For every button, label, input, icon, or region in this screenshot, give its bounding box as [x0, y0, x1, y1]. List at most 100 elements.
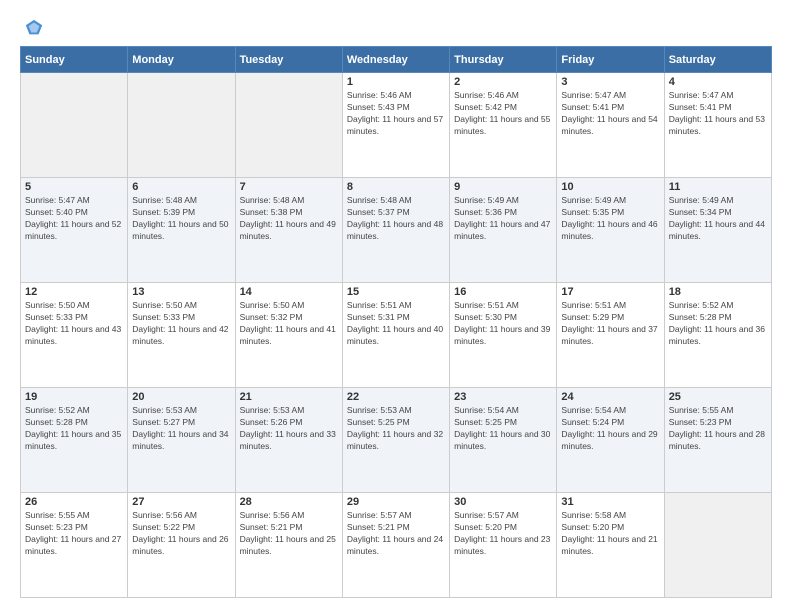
calendar-cell: 28 Sunrise: 5:56 AMSunset: 5:21 PMDayligh…	[235, 493, 342, 598]
calendar-cell: 26 Sunrise: 5:55 AMSunset: 5:23 PMDayligh…	[21, 493, 128, 598]
day-info: Sunrise: 5:52 AMSunset: 5:28 PMDaylight:…	[669, 300, 767, 348]
day-info: Sunrise: 5:56 AMSunset: 5:21 PMDaylight:…	[240, 510, 338, 558]
day-number: 11	[669, 181, 767, 193]
day-info: Sunrise: 5:47 AMSunset: 5:41 PMDaylight:…	[669, 90, 767, 138]
weekday-header-saturday: Saturday	[664, 47, 771, 73]
day-info: Sunrise: 5:51 AMSunset: 5:29 PMDaylight:…	[561, 300, 659, 348]
calendar-cell: 3 Sunrise: 5:47 AMSunset: 5:41 PMDaylight…	[557, 73, 664, 178]
day-number: 26	[25, 496, 123, 508]
day-number: 8	[347, 181, 445, 193]
calendar-cell: 23Sunrise: 5:54 AMSunset: 5:25 PMDayligh…	[450, 388, 557, 493]
day-info: Sunrise: 5:52 AMSunset: 5:28 PMDaylight:…	[25, 405, 123, 453]
day-info: Sunrise: 5:55 AMSunset: 5:23 PMDaylight:…	[25, 510, 123, 558]
day-number: 24	[561, 391, 659, 403]
calendar-cell: 18 Sunrise: 5:52 AMSunset: 5:28 PMDayligh…	[664, 283, 771, 388]
day-number: 22	[347, 391, 445, 403]
day-info: Sunrise: 5:55 AMSunset: 5:23 PMDaylight:…	[669, 405, 767, 453]
day-info: Sunrise: 5:58 AMSunset: 5:20 PMDaylight:…	[561, 510, 659, 558]
day-info: Sunrise: 5:49 AMSunset: 5:35 PMDaylight:…	[561, 195, 659, 243]
calendar-week-1: 1 Sunrise: 5:46 AMSunset: 5:43 PMDaylight…	[21, 73, 772, 178]
day-number: 18	[669, 286, 767, 298]
day-info: Sunrise: 5:46 AMSunset: 5:42 PMDaylight:…	[454, 90, 552, 138]
calendar-cell: 25 Sunrise: 5:55 AMSunset: 5:23 PMDayligh…	[664, 388, 771, 493]
day-info: Sunrise: 5:57 AMSunset: 5:20 PMDaylight:…	[454, 510, 552, 558]
calendar-cell: 29 Sunrise: 5:57 AMSunset: 5:21 PMDayligh…	[342, 493, 449, 598]
weekday-header-friday: Friday	[557, 47, 664, 73]
day-number: 31	[561, 496, 659, 508]
day-number: 12	[25, 286, 123, 298]
calendar-week-5: 26 Sunrise: 5:55 AMSunset: 5:23 PMDayligh…	[21, 493, 772, 598]
calendar-cell	[21, 73, 128, 178]
calendar-cell: 22 Sunrise: 5:53 AMSunset: 5:25 PMDayligh…	[342, 388, 449, 493]
calendar-week-3: 12 Sunrise: 5:50 AMSunset: 5:33 PMDayligh…	[21, 283, 772, 388]
day-number: 16	[454, 286, 552, 298]
day-info: Sunrise: 5:47 AMSunset: 5:41 PMDaylight:…	[561, 90, 659, 138]
day-number: 5	[25, 181, 123, 193]
day-info: Sunrise: 5:47 AMSunset: 5:40 PMDaylight:…	[25, 195, 123, 243]
day-number: 7	[240, 181, 338, 193]
day-number: 29	[347, 496, 445, 508]
day-info: Sunrise: 5:54 AMSunset: 5:25 PMDaylight:…	[454, 405, 552, 453]
day-number: 3	[561, 76, 659, 88]
day-number: 9	[454, 181, 552, 193]
calendar-cell: 24 Sunrise: 5:54 AMSunset: 5:24 PMDayligh…	[557, 388, 664, 493]
calendar-cell	[128, 73, 235, 178]
calendar-cell: 4 Sunrise: 5:47 AMSunset: 5:41 PMDaylight…	[664, 73, 771, 178]
calendar-cell: 1 Sunrise: 5:46 AMSunset: 5:43 PMDaylight…	[342, 73, 449, 178]
day-info: Sunrise: 5:46 AMSunset: 5:43 PMDaylight:…	[347, 90, 445, 138]
day-info: Sunrise: 5:57 AMSunset: 5:21 PMDaylight:…	[347, 510, 445, 558]
day-number: 4	[669, 76, 767, 88]
weekday-header-thursday: Thursday	[450, 47, 557, 73]
day-number: 15	[347, 286, 445, 298]
day-number: 21	[240, 391, 338, 403]
day-number: 2	[454, 76, 552, 88]
day-info: Sunrise: 5:48 AMSunset: 5:38 PMDaylight:…	[240, 195, 338, 243]
header	[20, 18, 772, 36]
day-info: Sunrise: 5:50 AMSunset: 5:32 PMDaylight:…	[240, 300, 338, 348]
calendar-cell: 11 Sunrise: 5:49 AMSunset: 5:34 PMDayligh…	[664, 178, 771, 283]
calendar-cell: 2 Sunrise: 5:46 AMSunset: 5:42 PMDaylight…	[450, 73, 557, 178]
calendar-cell: 17Sunrise: 5:51 AMSunset: 5:29 PMDayligh…	[557, 283, 664, 388]
day-number: 13	[132, 286, 230, 298]
logo-flag-icon	[24, 18, 44, 38]
weekday-header-wednesday: Wednesday	[342, 47, 449, 73]
weekday-header-tuesday: Tuesday	[235, 47, 342, 73]
day-info: Sunrise: 5:51 AMSunset: 5:30 PMDaylight:…	[454, 300, 552, 348]
calendar-cell: 14 Sunrise: 5:50 AMSunset: 5:32 PMDayligh…	[235, 283, 342, 388]
day-number: 28	[240, 496, 338, 508]
calendar-cell: 20Sunrise: 5:53 AMSunset: 5:27 PMDayligh…	[128, 388, 235, 493]
day-info: Sunrise: 5:50 AMSunset: 5:33 PMDaylight:…	[132, 300, 230, 348]
page: SundayMondayTuesdayWednesdayThursdayFrid…	[0, 0, 792, 612]
day-number: 6	[132, 181, 230, 193]
day-number: 14	[240, 286, 338, 298]
calendar-cell: 19 Sunrise: 5:52 AMSunset: 5:28 PMDayligh…	[21, 388, 128, 493]
day-info: Sunrise: 5:53 AMSunset: 5:26 PMDaylight:…	[240, 405, 338, 453]
calendar-cell: 15 Sunrise: 5:51 AMSunset: 5:31 PMDayligh…	[342, 283, 449, 388]
day-info: Sunrise: 5:53 AMSunset: 5:25 PMDaylight:…	[347, 405, 445, 453]
calendar-cell: 31 Sunrise: 5:58 AMSunset: 5:20 PMDayligh…	[557, 493, 664, 598]
calendar-cell: 7 Sunrise: 5:48 AMSunset: 5:38 PMDaylight…	[235, 178, 342, 283]
calendar-table: SundayMondayTuesdayWednesdayThursdayFrid…	[20, 46, 772, 598]
calendar-cell: 8Sunrise: 5:48 AMSunset: 5:37 PMDaylight…	[342, 178, 449, 283]
weekday-header-sunday: Sunday	[21, 47, 128, 73]
day-info: Sunrise: 5:51 AMSunset: 5:31 PMDaylight:…	[347, 300, 445, 348]
calendar-header-row: SundayMondayTuesdayWednesdayThursdayFrid…	[21, 47, 772, 73]
calendar-cell: 5 Sunrise: 5:47 AMSunset: 5:40 PMDaylight…	[21, 178, 128, 283]
day-number: 27	[132, 496, 230, 508]
calendar-cell	[235, 73, 342, 178]
day-info: Sunrise: 5:49 AMSunset: 5:34 PMDaylight:…	[669, 195, 767, 243]
day-number: 25	[669, 391, 767, 403]
calendar-cell: 12Sunrise: 5:50 AMSunset: 5:33 PMDayligh…	[21, 283, 128, 388]
day-info: Sunrise: 5:54 AMSunset: 5:24 PMDaylight:…	[561, 405, 659, 453]
day-number: 1	[347, 76, 445, 88]
day-info: Sunrise: 5:56 AMSunset: 5:22 PMDaylight:…	[132, 510, 230, 558]
day-number: 20	[132, 391, 230, 403]
calendar-cell: 27 Sunrise: 5:56 AMSunset: 5:22 PMDayligh…	[128, 493, 235, 598]
calendar-cell: 6 Sunrise: 5:48 AMSunset: 5:39 PMDaylight…	[128, 178, 235, 283]
day-info: Sunrise: 5:48 AMSunset: 5:39 PMDaylight:…	[132, 195, 230, 243]
calendar-cell: 30Sunrise: 5:57 AMSunset: 5:20 PMDayligh…	[450, 493, 557, 598]
logo	[20, 18, 44, 36]
calendar-cell: 21 Sunrise: 5:53 AMSunset: 5:26 PMDayligh…	[235, 388, 342, 493]
calendar-week-2: 5 Sunrise: 5:47 AMSunset: 5:40 PMDaylight…	[21, 178, 772, 283]
day-number: 19	[25, 391, 123, 403]
